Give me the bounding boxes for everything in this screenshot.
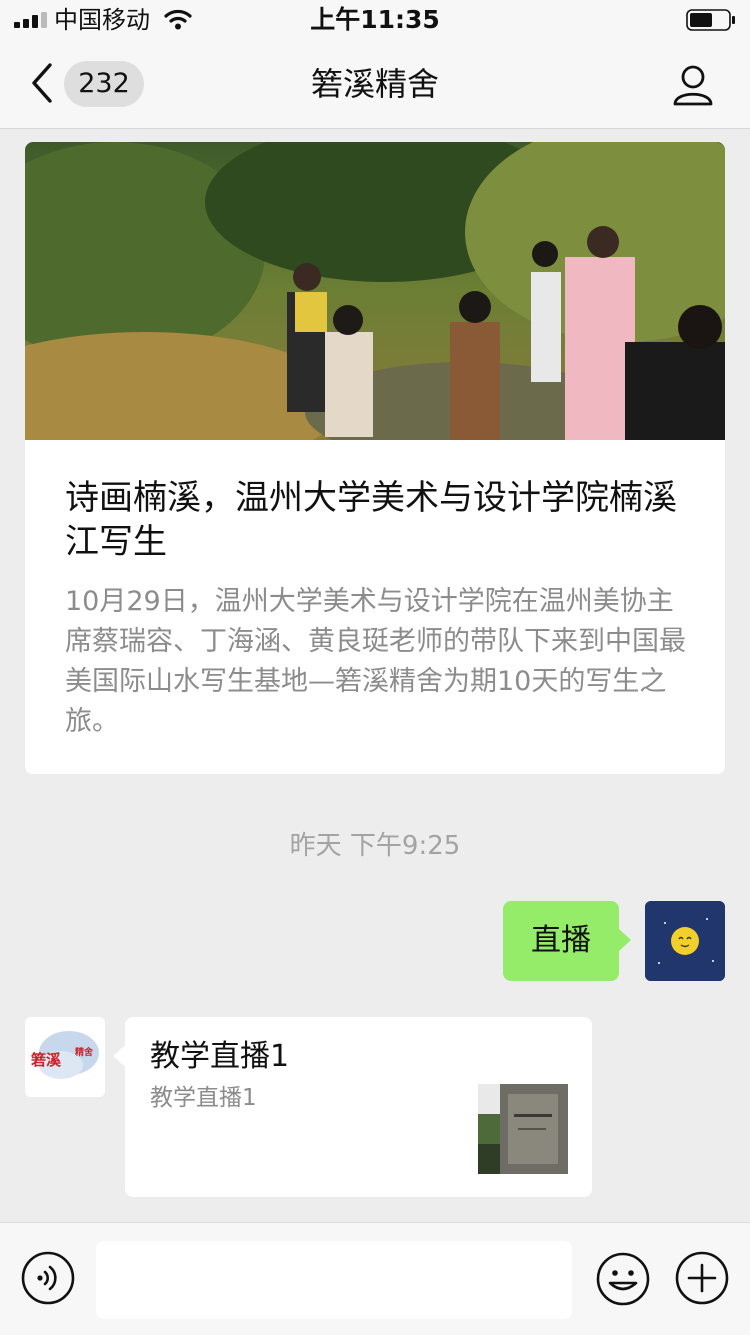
nav-bar: 232 箬溪精舍 xyxy=(0,40,750,129)
message-input[interactable] xyxy=(96,1241,572,1319)
article-card[interactable]: 诗画楠溪，温州大学美术与设计学院楠溪江写生 10月29日，温州大学美术与设计学院… xyxy=(25,142,725,774)
account-logo: 箬溪 精舍 xyxy=(25,1017,105,1097)
my-avatar[interactable] xyxy=(645,901,725,981)
clock-time: 上午11:35 xyxy=(310,5,440,34)
battery-icon xyxy=(686,9,735,31)
message-timestamp: 昨天 下午9:25 xyxy=(289,831,461,861)
moon-avatar-image xyxy=(645,901,725,981)
outgoing-message-bubble[interactable]: 直播 xyxy=(503,901,619,981)
input-bar xyxy=(0,1222,750,1335)
svg-text:箬溪: 箬溪 xyxy=(31,1051,62,1069)
voice-icon[interactable] xyxy=(21,1251,75,1305)
card-title: 教学直播1 xyxy=(150,1039,290,1074)
person-icon[interactable] xyxy=(672,64,714,106)
card-thumbnail xyxy=(478,1084,568,1174)
outgoing-bubble-tail xyxy=(619,929,631,951)
article-summary: 10月29日，温州大学美术与设计学院在温州美协主席蔡瑞容、丁海涵、黄良珽老师的带… xyxy=(65,586,686,737)
status-bar: 中国移动 上午11:35 xyxy=(0,0,750,40)
svg-text:精舍: 精舍 xyxy=(75,1046,94,1058)
incoming-link-card[interactable]: 教学直播1 教学直播1 xyxy=(125,1017,592,1197)
smiley-icon[interactable] xyxy=(595,1251,651,1307)
incoming-bubble-tail xyxy=(113,1045,125,1067)
account-avatar[interactable]: 箬溪 精舍 xyxy=(25,1017,105,1097)
page-title: 箬溪精舍 xyxy=(310,65,439,103)
article-title: 诗画楠溪，温州大学美术与设计学院楠溪江写生 xyxy=(65,478,677,562)
article-cover-image xyxy=(25,142,725,440)
plus-icon[interactable] xyxy=(675,1251,729,1305)
card-description: 教学直播1 xyxy=(150,1085,257,1111)
